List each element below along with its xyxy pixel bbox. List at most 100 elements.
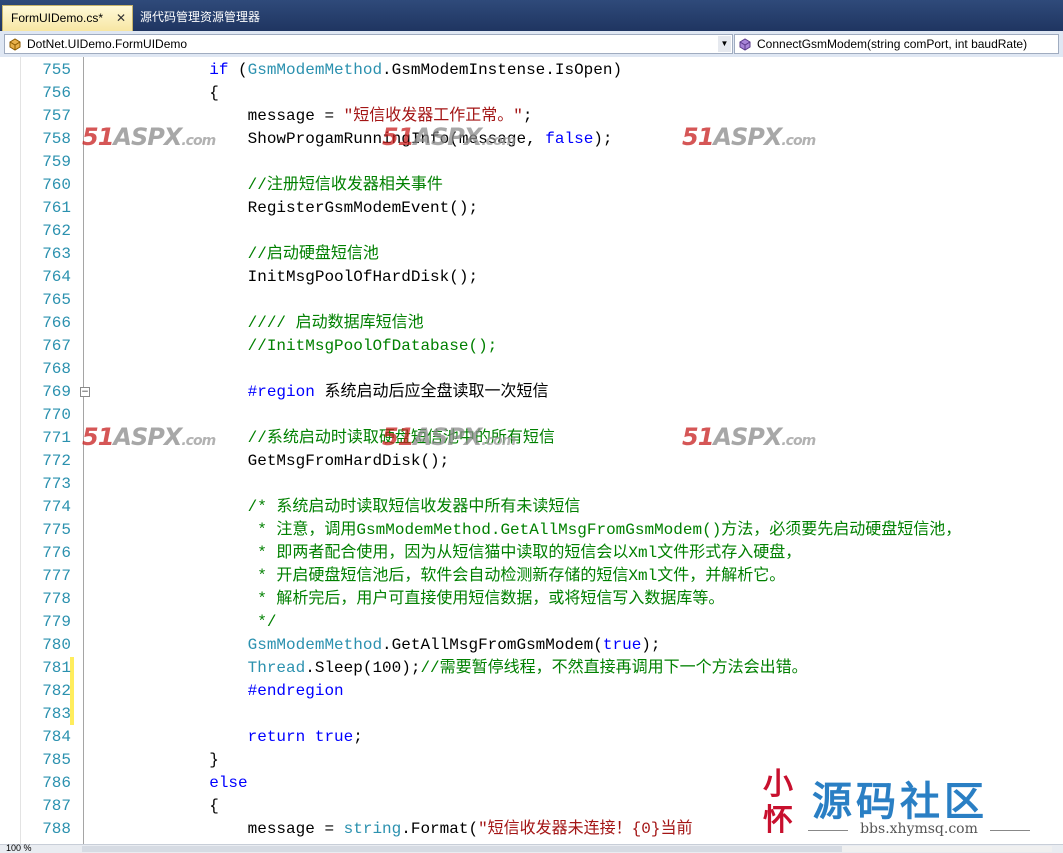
code-text[interactable]: RegisterGsmModemEvent(); [94, 197, 478, 220]
tab-label: FormUIDemo.cs* [11, 11, 104, 25]
line-number: 786 [42, 774, 71, 792]
code-line[interactable]: 773 [0, 473, 1063, 496]
close-icon[interactable]: ✕ [116, 6, 126, 30]
watermark-com: .com [781, 133, 816, 149]
line-number: 756 [42, 84, 71, 102]
code-line[interactable]: 756 { [0, 82, 1063, 105]
member-dropdown[interactable]: ConnectGsmModem(string comPort, int baud… [734, 34, 1059, 54]
code-text[interactable]: */ [94, 611, 276, 634]
line-number: 768 [42, 360, 71, 378]
navigation-bar: DotNet.UIDemo.FormUIDemo ▼ ConnectGsmMod… [0, 31, 1063, 58]
line-number: 763 [42, 245, 71, 263]
line-number: 755 [42, 61, 71, 79]
scrollbar-thumb[interactable] [82, 846, 842, 852]
line-number: 772 [42, 452, 71, 470]
code-line[interactable]: 760 //注册短信收发器相关事件 [0, 174, 1063, 197]
line-number: 785 [42, 751, 71, 769]
code-line[interactable]: 761 RegisterGsmModemEvent(); [0, 197, 1063, 220]
line-number: 770 [42, 406, 71, 424]
line-number: 758 [42, 130, 71, 148]
code-text[interactable]: GsmModemMethod.GetAllMsgFromGsmModem(tru… [94, 634, 661, 657]
line-number: 764 [42, 268, 71, 286]
class-icon [9, 38, 21, 51]
code-line[interactable]: 755 if (GsmModemMethod.GsmModemInstense.… [0, 59, 1063, 82]
code-line[interactable]: 778 * 解析完后，用户可直接使用短信数据，或将短信写入数据库等。 [0, 588, 1063, 611]
watermark-number: 51 [682, 423, 714, 451]
code-line[interactable]: 777 * 开启硬盘短信池后，软件会自动检测新存储的短信Xml文件，并解析它。 [0, 565, 1063, 588]
watermark-logo: 51ASPX.com [382, 423, 516, 451]
watermark-number: 51 [382, 423, 414, 451]
line-number: 765 [42, 291, 71, 309]
logo-seal: 小怀 [763, 767, 793, 838]
logo-title: 源码社区 [812, 779, 988, 825]
line-number: 778 [42, 590, 71, 608]
code-text[interactable]: //// 启动数据库短信池 [94, 312, 424, 335]
line-number: 776 [42, 544, 71, 562]
code-text[interactable]: { [94, 795, 219, 818]
line-number: 762 [42, 222, 71, 240]
code-text[interactable]: * 解析完后，用户可直接使用短信数据，或将短信写入数据库等。 [94, 588, 724, 611]
code-line[interactable]: 781 Thread.Sleep(100);//需要暂停线程，不然直接再调用下一… [0, 657, 1063, 680]
watermark-com: .com [481, 433, 516, 449]
code-text[interactable]: Thread.Sleep(100);//需要暂停线程，不然直接再调用下一个方法会… [94, 657, 808, 680]
code-text[interactable]: * 注意，调用GsmModemMethod.GetAllMsgFromGsmMo… [94, 519, 961, 542]
method-icon [739, 38, 751, 51]
code-text[interactable]: * 开启硬盘短信池后，软件会自动检测新存储的短信Xml文件，并解析它。 [94, 565, 785, 588]
code-text[interactable]: else [94, 772, 247, 795]
line-number: 787 [42, 797, 71, 815]
line-number: 760 [42, 176, 71, 194]
code-text[interactable]: message = string.Format("短信收发器未连接！{0}当前 [94, 818, 693, 841]
watermark-logo: 51ASPX.com [82, 123, 216, 151]
code-line[interactable]: 782 #endregion [0, 680, 1063, 703]
code-line[interactable]: 783 [0, 703, 1063, 726]
horizontal-scrollbar[interactable] [82, 846, 1052, 852]
code-line[interactable]: 772 GetMsgFromHardDisk(); [0, 450, 1063, 473]
watermark-number: 51 [682, 123, 714, 151]
code-text[interactable]: #endregion [94, 680, 344, 703]
code-line[interactable]: 774 /* 系统启动时读取短信收发器中所有未读短信 [0, 496, 1063, 519]
tab-source-control-explorer[interactable]: 源代码管理资源管理器 [132, 5, 268, 31]
code-line[interactable]: 775 * 注意，调用GsmModemMethod.GetAllMsgFromG… [0, 519, 1063, 542]
line-number: 788 [42, 820, 71, 838]
class-dropdown-value: DotNet.UIDemo.FormUIDemo [27, 37, 188, 51]
code-text[interactable]: return true; [94, 726, 363, 749]
code-text[interactable]: { [94, 82, 219, 105]
line-number: 766 [42, 314, 71, 332]
watermark-aspx: ASPX [713, 423, 782, 451]
member-dropdown-value: ConnectGsmModem(string comPort, int baud… [757, 37, 1028, 51]
class-dropdown[interactable]: DotNet.UIDemo.FormUIDemo ▼ [4, 34, 733, 54]
line-number: 782 [42, 682, 71, 700]
code-line[interactable]: 765 [0, 289, 1063, 312]
watermark-number: 51 [82, 423, 114, 451]
code-line[interactable]: 763 //启动硬盘短信池 [0, 243, 1063, 266]
code-text[interactable]: * 即两者配合使用，因为从短信猫中读取的短信会以Xml文件形式存入硬盘， [94, 542, 801, 565]
code-text[interactable]: InitMsgPoolOfHardDisk(); [94, 266, 478, 289]
code-line[interactable]: 779 */ [0, 611, 1063, 634]
code-line[interactable]: 764 InitMsgPoolOfHardDisk(); [0, 266, 1063, 289]
code-text[interactable]: /* 系统启动时读取短信收发器中所有未读短信 [94, 496, 581, 519]
code-editor[interactable]: − 755 if (GsmModemMethod.GsmModemInstens… [0, 57, 1063, 844]
code-line[interactable]: 766 //// 启动数据库短信池 [0, 312, 1063, 335]
line-number: 779 [42, 613, 71, 631]
code-text[interactable]: #region 系统启动后应全盘读取一次短信 [94, 381, 549, 404]
chevron-down-icon[interactable]: ▼ [718, 36, 731, 52]
code-text[interactable]: if (GsmModemMethod.GsmModemInstense.IsOp… [94, 59, 622, 82]
code-line[interactable]: 767 //InitMsgPoolOfDatabase(); [0, 335, 1063, 358]
tab-formuidemo[interactable]: FormUIDemo.cs* ✕ [2, 5, 133, 31]
code-line[interactable]: 762 [0, 220, 1063, 243]
code-line[interactable]: 784 return true; [0, 726, 1063, 749]
code-line[interactable]: 768 [0, 358, 1063, 381]
code-line[interactable]: 759 [0, 151, 1063, 174]
code-text[interactable]: //注册短信收发器相关事件 [94, 174, 443, 197]
watermark-aspx: ASPX [413, 423, 482, 451]
code-line[interactable]: 769 #region 系统启动后应全盘读取一次短信 [0, 381, 1063, 404]
code-text[interactable]: //InitMsgPoolOfDatabase(); [94, 335, 498, 358]
code-line[interactable]: 780 GsmModemMethod.GetAllMsgFromGsmModem… [0, 634, 1063, 657]
code-text[interactable]: } [94, 749, 219, 772]
code-text[interactable]: GetMsgFromHardDisk(); [94, 450, 450, 473]
code-line[interactable]: 776 * 即两者配合使用，因为从短信猫中读取的短信会以Xml文件形式存入硬盘， [0, 542, 1063, 565]
line-number: 774 [42, 498, 71, 516]
watermark-logo: 51ASPX.com [82, 423, 216, 451]
code-text[interactable]: //启动硬盘短信池 [94, 243, 379, 266]
line-number: 775 [42, 521, 71, 539]
